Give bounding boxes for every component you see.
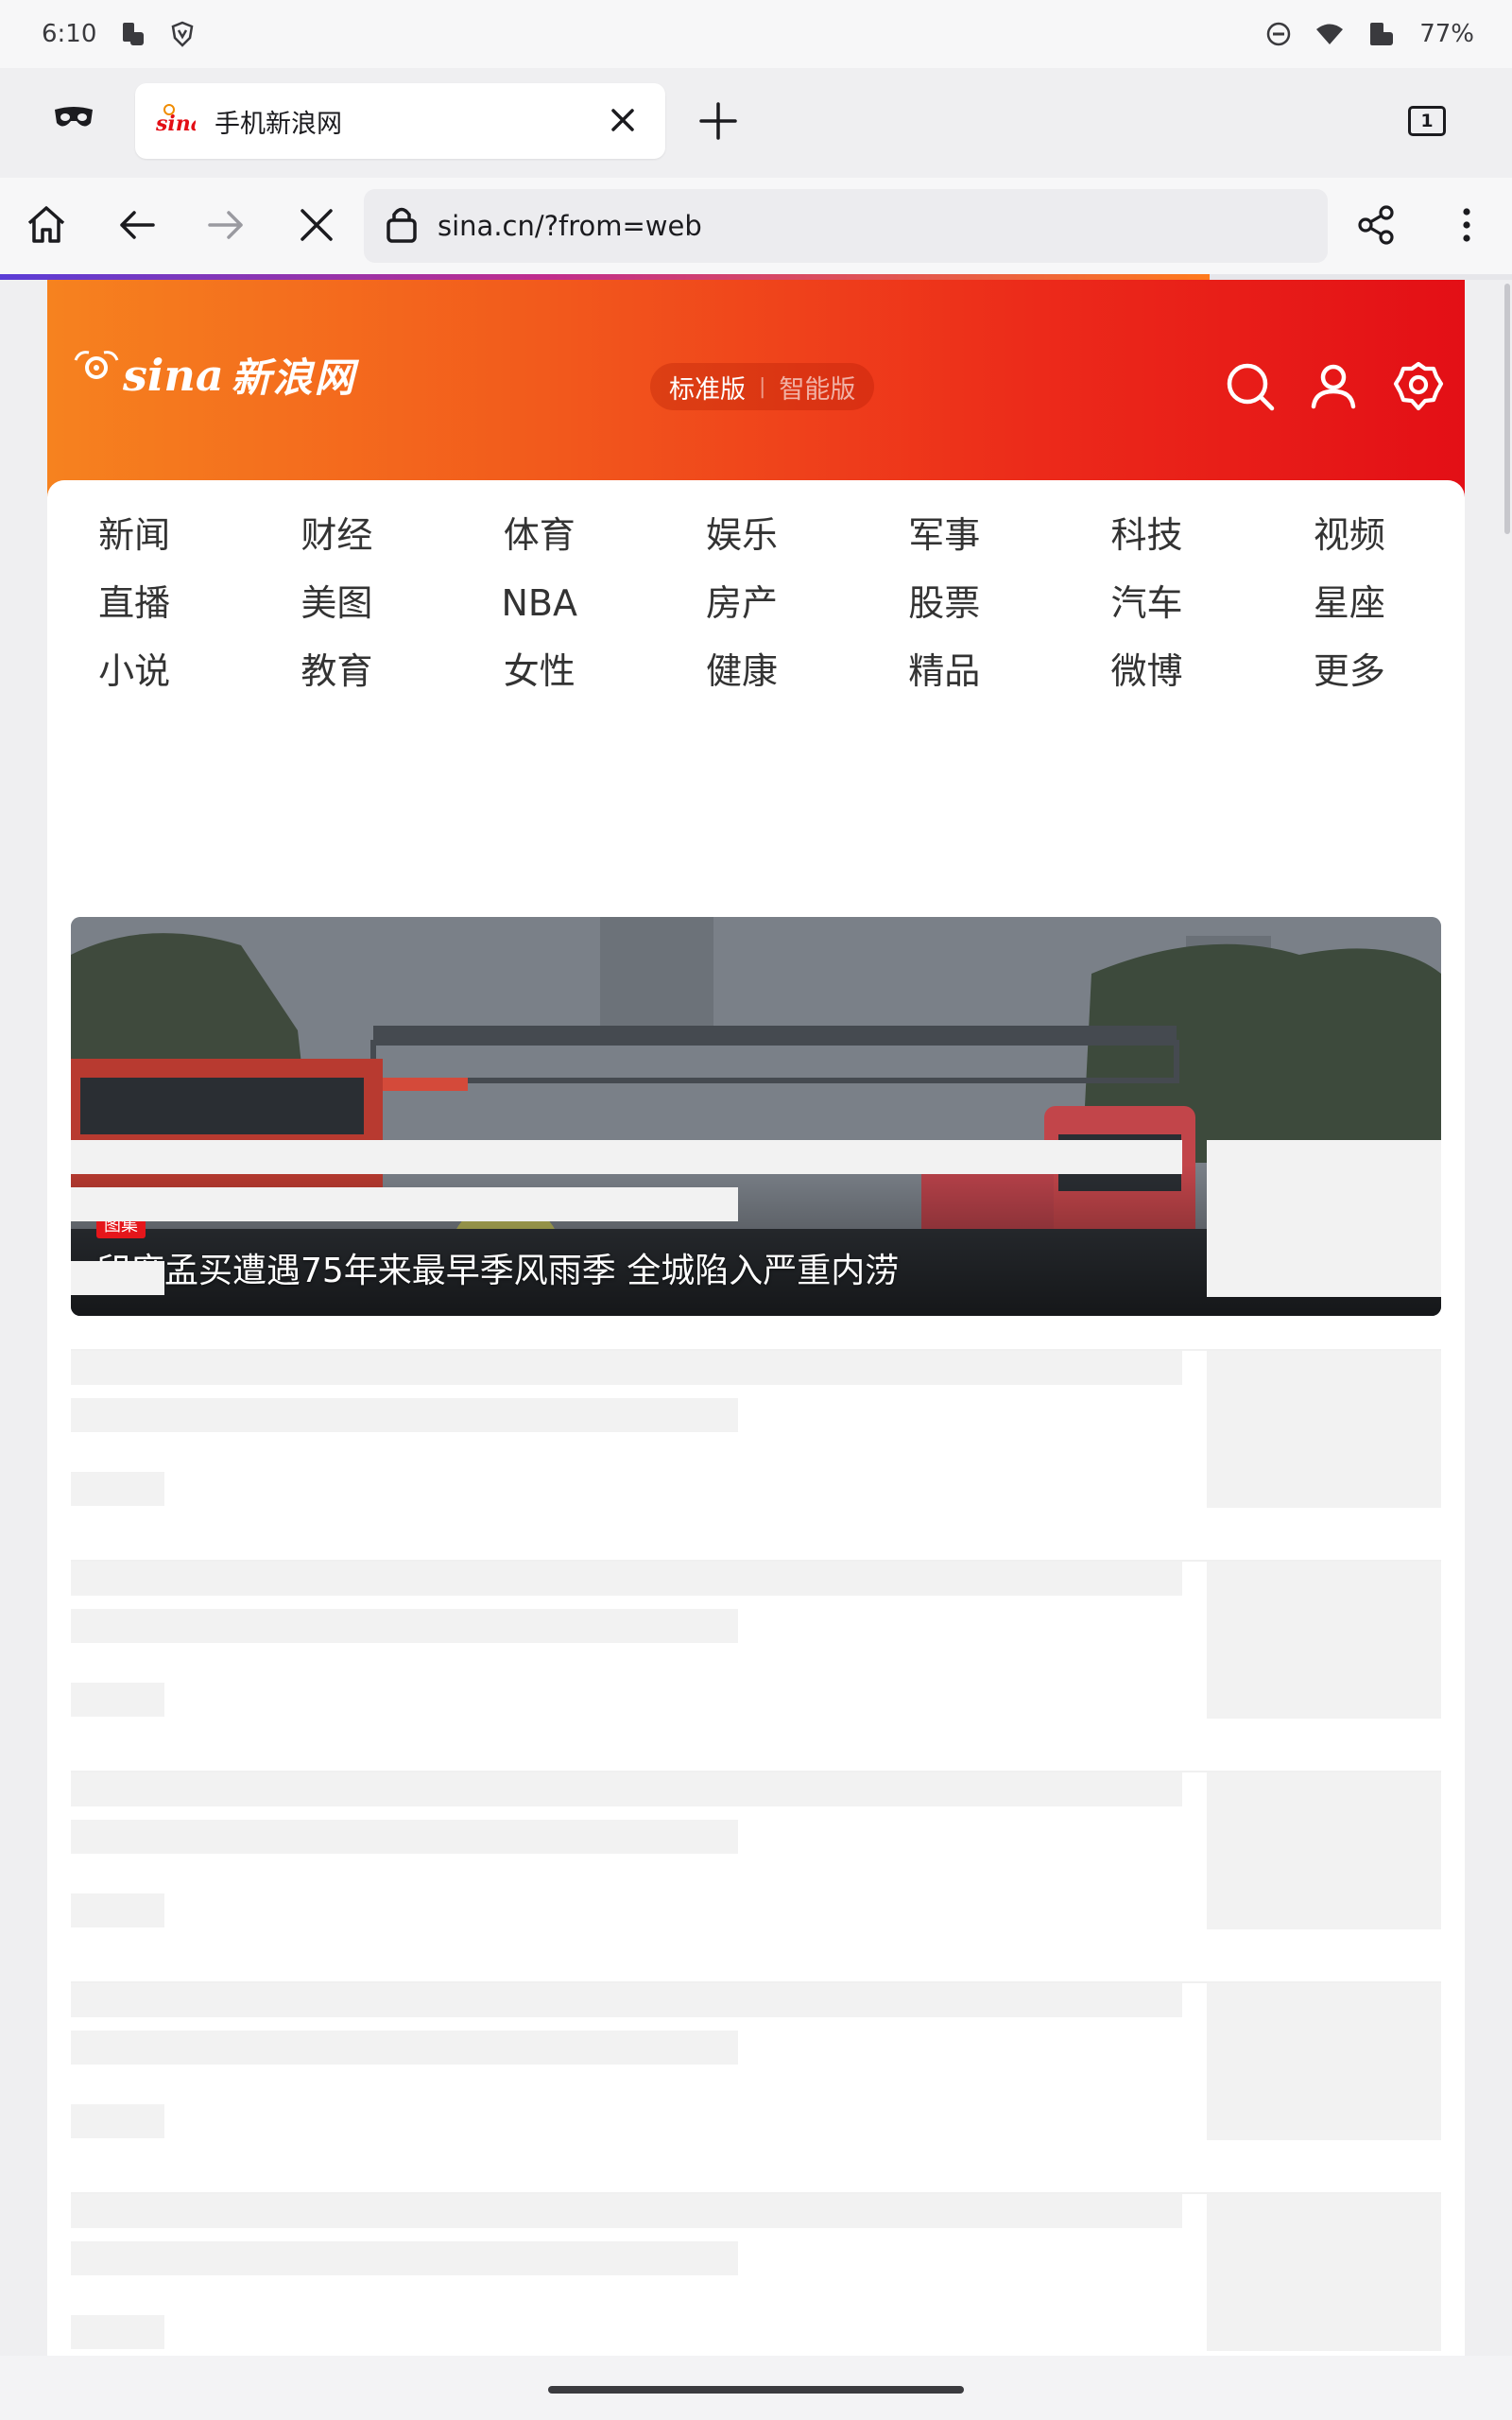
- logo-brand: sina: [123, 349, 224, 401]
- share-icon[interactable]: [1355, 203, 1397, 251]
- sina-favicon-icon: sina: [154, 102, 204, 140]
- gesture-handle[interactable]: [548, 2386, 964, 2394]
- web-content[interactable]: sina 新浪网 标准版 | 智能版 新闻 财经 体育 娱乐 军事 科技 视频直播 美图 NBA…: [0, 280, 1512, 2356]
- nav-item[interactable]: 更多: [1263, 637, 1465, 705]
- sina-eye-logo-icon: [74, 350, 119, 379]
- placeholder-subtitle-line: [71, 1187, 738, 1221]
- placeholder-thumbnail: [1207, 2194, 1441, 2351]
- placeholder-title-line: [71, 1562, 1182, 1596]
- battery-percent: 77%: [1419, 20, 1474, 48]
- nav-item[interactable]: 小说: [47, 637, 249, 705]
- nav-item[interactable]: 女性: [453, 637, 655, 705]
- placeholder-tag: [71, 1261, 164, 1295]
- notification-icon: [121, 21, 146, 47]
- feed-item-placeholder: [71, 1351, 1441, 1562]
- placeholder-thumbnail: [1207, 1983, 1441, 2140]
- nav-item[interactable]: 直播: [47, 569, 249, 637]
- tab-active[interactable]: sina 手机新浪网: [135, 83, 665, 159]
- feed-item-placeholder: [71, 1772, 1441, 1983]
- version-divider: |: [759, 374, 766, 399]
- nav-item[interactable]: 汽车: [1059, 569, 1262, 637]
- battery-icon: [1368, 20, 1395, 48]
- feed-item-placeholder: [71, 1140, 1441, 1351]
- feed-item-placeholder: [71, 1562, 1441, 1772]
- nav-item[interactable]: 精品: [857, 637, 1059, 705]
- lock-icon[interactable]: [385, 204, 419, 248]
- address-bar[interactable]: sina.cn/?from=web: [364, 189, 1328, 263]
- placeholder-subtitle-line: [71, 1398, 738, 1432]
- tab-strip: sina 手机新浪网 1: [0, 68, 1512, 178]
- nav-item[interactable]: 军事: [857, 501, 1059, 569]
- placeholder-title-line: [71, 1772, 1182, 1806]
- placeholder-thumbnail: [1207, 1140, 1441, 1297]
- settings-icon[interactable]: [1393, 361, 1444, 416]
- nav-item[interactable]: 视频: [1263, 501, 1465, 569]
- nav-item[interactable]: 娱乐: [655, 501, 857, 569]
- nav-item[interactable]: 教育: [249, 637, 452, 705]
- stop-loading-icon[interactable]: [295, 203, 338, 251]
- more-menu-icon[interactable]: [1446, 203, 1487, 251]
- url-text[interactable]: sina.cn/?from=web: [438, 210, 702, 242]
- placeholder-tag: [71, 2315, 164, 2349]
- placeholder-title-line: [71, 1351, 1182, 1385]
- tab-switcher-button[interactable]: 1: [1408, 106, 1446, 136]
- nav-item[interactable]: NBA: [453, 569, 655, 637]
- nav-item[interactable]: 股票: [857, 569, 1059, 637]
- placeholder-subtitle-line: [71, 2031, 738, 2065]
- placeholder-tag: [71, 1683, 164, 1717]
- channel-nav: 新闻 财经 体育 娱乐 军事 科技 视频直播 美图 NBA 房产 股票 汽车 星座小说 教育 女性 健康 精品微…: [47, 480, 1465, 1316]
- nav-item[interactable]: 体育: [453, 501, 655, 569]
- user-icon[interactable]: [1308, 361, 1359, 416]
- placeholder-subtitle-line: [71, 1609, 738, 1643]
- feed-item-placeholder: [71, 2194, 1441, 2356]
- new-tab-icon[interactable]: [697, 100, 739, 146]
- logo-text: 新浪网: [231, 354, 356, 401]
- feed-item-placeholder: [71, 1983, 1441, 2194]
- feed-skeleton-list: [71, 1140, 1441, 2356]
- page-scrollbar[interactable]: [1504, 284, 1510, 534]
- nav-item[interactable]: 微博: [1059, 637, 1262, 705]
- forward-icon[interactable]: [204, 203, 248, 251]
- tab-title: 手机新浪网: [215, 109, 342, 139]
- nav-item[interactable]: 美图: [249, 569, 452, 637]
- placeholder-title-line: [71, 2194, 1182, 2228]
- back-icon[interactable]: [115, 203, 159, 251]
- nav-item[interactable]: 科技: [1059, 501, 1262, 569]
- version-switch[interactable]: 标准版 | 智能版: [650, 363, 875, 410]
- placeholder-subtitle-line: [71, 1820, 738, 1854]
- placeholder-title-line: [71, 1983, 1182, 2017]
- status-time: 6:10: [42, 20, 97, 48]
- incognito-icon[interactable]: [53, 106, 94, 134]
- placeholder-tag: [71, 1472, 164, 1506]
- nav-item[interactable]: 财经: [249, 501, 452, 569]
- version-smart[interactable]: 智能版: [779, 369, 855, 406]
- nav-item[interactable]: 房产: [655, 569, 857, 637]
- site-header: sina 新浪网 标准版 | 智能版: [47, 280, 1465, 497]
- home-icon[interactable]: [25, 203, 68, 251]
- placeholder-subtitle-line: [71, 2241, 738, 2275]
- search-icon[interactable]: [1225, 361, 1276, 416]
- nav-item[interactable]: 健康: [655, 637, 857, 705]
- dnd-icon: [1266, 22, 1291, 46]
- version-standard[interactable]: 标准版: [669, 369, 746, 406]
- status-bar: 6:10 77%: [0, 0, 1512, 68]
- close-tab-icon[interactable]: [605, 102, 641, 142]
- shield-icon: [170, 21, 195, 47]
- browser-toolbar: sina.cn/?from=web: [0, 178, 1512, 274]
- placeholder-tag: [71, 1893, 164, 1927]
- placeholder-thumbnail: [1207, 1562, 1441, 1719]
- placeholder-thumbnail: [1207, 1351, 1441, 1508]
- site-logo[interactable]: sina 新浪网: [70, 346, 356, 404]
- placeholder-title-line: [71, 1140, 1182, 1174]
- sina-page: sina 新浪网 标准版 | 智能版 新闻 财经 体育 娱乐 军事 科技 视频直播 美图 NBA…: [47, 280, 1465, 2356]
- nav-item[interactable]: 星座: [1263, 569, 1465, 637]
- system-gesture-bar: [0, 2356, 1512, 2420]
- wifi-icon: [1315, 23, 1344, 45]
- placeholder-thumbnail: [1207, 1772, 1441, 1929]
- placeholder-tag: [71, 2104, 164, 2138]
- svg-text:sina: sina: [155, 112, 196, 136]
- nav-item[interactable]: 新闻: [47, 501, 249, 569]
- channel-grid: 新闻 财经 体育 娱乐 军事 科技 视频直播 美图 NBA 房产 股票 汽车 星座小说 教育 女性 健康 精品微…: [47, 501, 1465, 705]
